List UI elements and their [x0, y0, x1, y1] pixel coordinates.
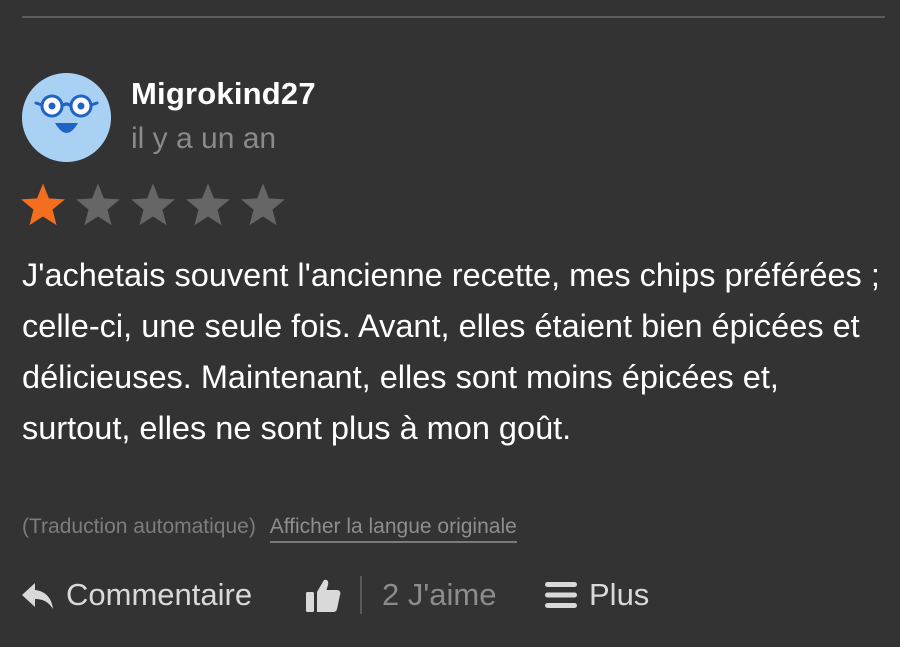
reply-icon — [22, 583, 53, 609]
review-timestamp: il y a un an — [131, 122, 277, 155]
review-actions: Commentaire 2 J'aime Plus — [20, 570, 880, 620]
divider — [22, 16, 885, 18]
like-button[interactable] — [304, 570, 342, 620]
likes-count[interactable]: 2 J'aime — [382, 570, 496, 620]
avatar[interactable] — [22, 73, 111, 162]
more-label: Plus — [589, 577, 650, 612]
review-card: Migrokind27 il y a un an J'achetais souv… — [0, 0, 900, 647]
translation-info: (Traduction automatique) Afficher la lan… — [22, 515, 517, 543]
star-icon — [75, 182, 121, 230]
action-separator — [360, 576, 362, 614]
star-icon — [130, 182, 176, 230]
smiley-glasses-avatar-icon — [22, 73, 111, 162]
comment-label: Commentaire — [66, 577, 253, 612]
show-original-link[interactable]: Afficher la langue originale — [269, 515, 517, 543]
likes-label: 2 J'aime — [382, 577, 497, 612]
review-text: J'achetais souvent l'ancienne recette, m… — [22, 257, 880, 446]
menu-icon — [545, 582, 577, 608]
star-icon — [20, 182, 66, 230]
translation-note: (Traduction automatique) — [22, 515, 256, 538]
thumbs-up-icon — [306, 579, 341, 612]
star-rating — [20, 182, 286, 230]
star-icon — [185, 182, 231, 230]
more-button[interactable]: Plus — [545, 570, 649, 620]
author-name[interactable]: Migrokind27 — [131, 76, 316, 112]
comment-button[interactable]: Commentaire — [20, 570, 252, 620]
star-icon — [240, 182, 286, 230]
